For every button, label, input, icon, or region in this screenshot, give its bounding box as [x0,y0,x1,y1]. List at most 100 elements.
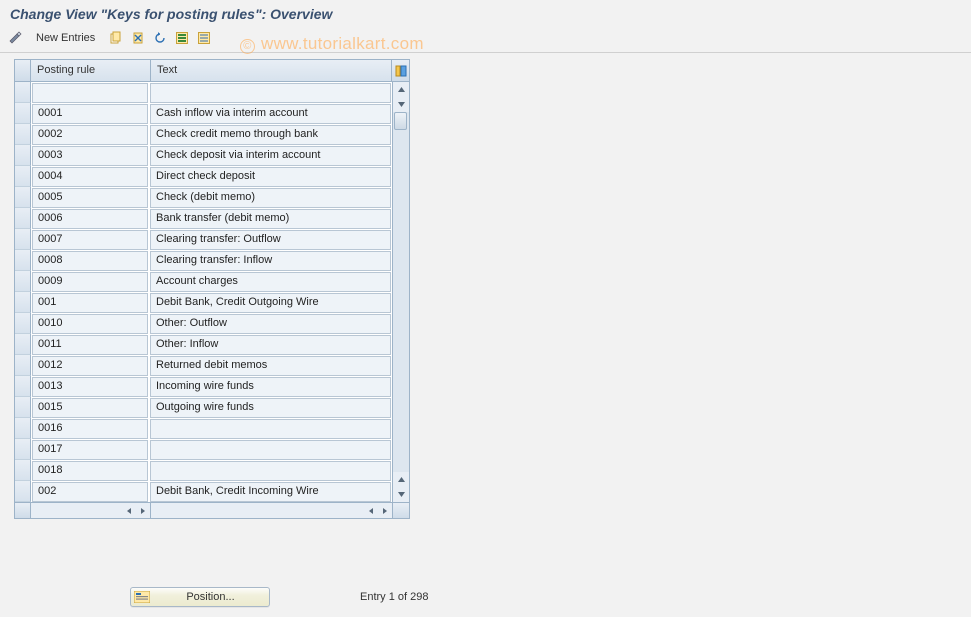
cell-text[interactable] [150,419,391,439]
cell-posting-rule[interactable]: 001 [32,293,148,313]
table-row: 0012Returned debit memos [15,355,392,376]
table-row: 0013Incoming wire funds [15,376,392,397]
row-selector[interactable] [15,439,31,460]
cell-text[interactable]: Incoming wire funds [150,377,391,397]
copy-icon[interactable] [107,29,125,47]
cell-text[interactable] [150,83,391,103]
table-row: 0003Check deposit via interim account [15,145,392,166]
scroll-down-icon[interactable] [393,487,409,502]
cell-text[interactable]: Debit Bank, Credit Incoming Wire [150,482,391,502]
undo-icon[interactable] [151,29,169,47]
row-selector[interactable] [15,82,31,103]
new-entries-label: New Entries [36,32,95,44]
table-row: 0010Other: Outflow [15,313,392,334]
toggle-display-icon[interactable] [6,29,24,47]
scroll-thumb[interactable] [394,112,407,130]
hscroll-text-left-icon[interactable] [364,504,378,518]
cell-text[interactable]: Account charges [150,272,391,292]
column-header-rule[interactable]: Posting rule [31,60,151,81]
cell-text[interactable]: Cash inflow via interim account [150,104,391,124]
row-selector[interactable] [15,271,31,292]
table-row: 0018 [15,460,392,481]
row-selector[interactable] [15,418,31,439]
vertical-scrollbar[interactable] [392,82,409,502]
hscroll-corner-right [392,503,409,518]
cell-text[interactable]: Other: Outflow [150,314,391,334]
cell-posting-rule[interactable]: 002 [32,482,148,502]
cell-text[interactable]: Check credit memo through bank [150,125,391,145]
cell-posting-rule[interactable]: 0001 [32,104,148,124]
cell-posting-rule[interactable]: 0008 [32,251,148,271]
cell-posting-rule[interactable]: 0012 [32,356,148,376]
scroll-down-small-icon[interactable] [393,97,409,112]
table-row: 0017 [15,439,392,460]
cell-posting-rule[interactable]: 0016 [32,419,148,439]
cell-text[interactable] [150,440,391,460]
row-selector[interactable] [15,292,31,313]
select-all-icon[interactable] [173,29,191,47]
cell-posting-rule[interactable]: 0002 [32,125,148,145]
cell-posting-rule[interactable]: 0011 [32,335,148,355]
hscroll-rule-right-icon[interactable] [136,504,150,518]
column-header-text[interactable]: Text [151,60,391,81]
table-row: 0009Account charges [15,271,392,292]
cell-posting-rule[interactable]: 0005 [32,188,148,208]
cell-posting-rule[interactable] [32,83,148,103]
hscroll-text-right-icon[interactable] [378,504,392,518]
row-selector[interactable] [15,124,31,145]
row-selector[interactable] [15,397,31,418]
cell-posting-rule[interactable]: 0009 [32,272,148,292]
row-selector[interactable] [15,208,31,229]
row-selector[interactable] [15,145,31,166]
cell-posting-rule[interactable]: 0006 [32,209,148,229]
table-config-icon[interactable] [391,60,409,81]
table-body: 0001Cash inflow via interim account0002C… [15,82,409,502]
row-selector[interactable] [15,334,31,355]
cell-text[interactable]: Debit Bank, Credit Outgoing Wire [150,293,391,313]
scroll-track[interactable] [393,112,409,472]
hscroll-rule-left-icon[interactable] [122,504,136,518]
row-selector[interactable] [15,481,31,502]
cell-posting-rule[interactable]: 0013 [32,377,148,397]
row-selector[interactable] [15,313,31,334]
cell-text[interactable]: Clearing transfer: Outflow [150,230,391,250]
table-row: 001Debit Bank, Credit Outgoing Wire [15,292,392,313]
cell-text[interactable]: Direct check deposit [150,167,391,187]
cell-posting-rule[interactable]: 0010 [32,314,148,334]
table-row: 0004Direct check deposit [15,166,392,187]
new-entries-button[interactable]: New Entries [28,30,103,46]
delete-icon[interactable] [129,29,147,47]
hscroll-rule-group[interactable] [31,503,151,518]
cell-text[interactable]: Returned debit memos [150,356,391,376]
row-selector[interactable] [15,187,31,208]
row-selector[interactable] [15,376,31,397]
row-selector[interactable] [15,355,31,376]
row-selector[interactable] [15,229,31,250]
scroll-up-icon[interactable] [393,82,409,97]
cell-posting-rule[interactable]: 0018 [32,461,148,481]
scroll-up-small-icon[interactable] [393,472,409,487]
cell-posting-rule[interactable]: 0015 [32,398,148,418]
cell-text[interactable] [150,461,391,481]
cell-text[interactable]: Bank transfer (debit memo) [150,209,391,229]
hscroll-text-group[interactable] [151,503,392,518]
header-selector-cell[interactable] [15,60,31,81]
row-selector[interactable] [15,460,31,481]
row-selector[interactable] [15,103,31,124]
cell-text[interactable]: Check deposit via interim account [150,146,391,166]
cell-text[interactable]: Outgoing wire funds [150,398,391,418]
cell-posting-rule[interactable]: 0007 [32,230,148,250]
cell-text[interactable]: Clearing transfer: Inflow [150,251,391,271]
cell-posting-rule[interactable]: 0003 [32,146,148,166]
position-button[interactable]: Position... [130,587,270,607]
table-row: 0015Outgoing wire funds [15,397,392,418]
table-row: 0005Check (debit memo) [15,187,392,208]
cell-posting-rule[interactable]: 0004 [32,167,148,187]
cell-text[interactable]: Other: Inflow [150,335,391,355]
cell-text[interactable]: Check (debit memo) [150,188,391,208]
deselect-all-icon[interactable] [195,29,213,47]
row-selector[interactable] [15,250,31,271]
row-selector[interactable] [15,166,31,187]
cell-posting-rule[interactable]: 0017 [32,440,148,460]
table-row: 0001Cash inflow via interim account [15,103,392,124]
